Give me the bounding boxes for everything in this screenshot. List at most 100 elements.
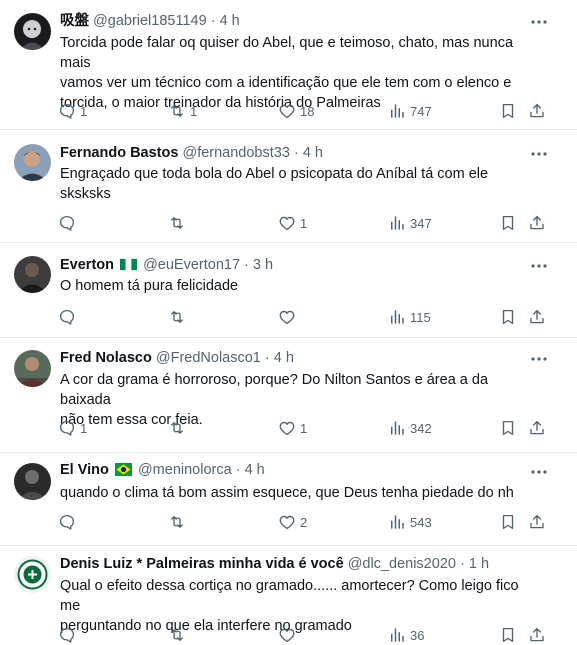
views-chart-icon (391, 310, 404, 324)
reply-icon (59, 309, 75, 325)
reply-button[interactable] (58, 625, 80, 645)
user-handle[interactable]: @fernandobst33 (182, 145, 289, 161)
display-name[interactable]: 吸盤 (60, 13, 89, 29)
tweet-actions: 1 347 (58, 213, 550, 233)
tweet-header: 吸盤 @gabriel1851149 · 4 h (60, 11, 533, 31)
bookmark-button[interactable] (499, 625, 517, 645)
heart-icon (279, 104, 295, 119)
tweet-actions: 36 (58, 625, 550, 645)
retweet-icon (171, 311, 183, 323)
views-button[interactable]: 747 (388, 101, 432, 121)
like-button[interactable]: 18 (278, 101, 314, 121)
tweet-item[interactable]: Denis Luiz * Palmeiras minha vida é você… (0, 546, 577, 645)
tweet-item[interactable]: Fred Nolasco @FredNolasco1 · 4 h A cor d… (0, 338, 577, 453)
reply-button[interactable] (58, 307, 80, 327)
share-button[interactable] (528, 625, 546, 645)
tweet-text-line: Torcida pode falar oq quiser do Abel, qu… (60, 35, 514, 71)
share-button[interactable] (528, 307, 546, 327)
bookmark-button[interactable] (499, 512, 517, 532)
share-button[interactable] (528, 418, 546, 438)
separator-dot: · (235, 462, 241, 478)
heart-icon (279, 310, 295, 325)
like-button[interactable] (278, 307, 300, 327)
retweet-button[interactable]: 1 (168, 101, 197, 121)
avatar-photo-icon[interactable] (14, 350, 51, 387)
timestamp[interactable]: 4 h (274, 350, 294, 366)
timestamp[interactable]: 4 h (303, 145, 323, 161)
avatar-palmeiras-crest-icon[interactable] (14, 556, 51, 593)
display-name[interactable]: Everton (60, 257, 114, 273)
retweet-button[interactable] (168, 418, 190, 438)
retweet-button[interactable] (168, 307, 190, 327)
user-handle[interactable]: @meninolorca (138, 462, 232, 478)
retweet-button[interactable] (168, 625, 190, 645)
user-handle[interactable]: @dlc_denis2020 (348, 556, 456, 572)
view-count: 747 (410, 103, 432, 119)
share-button[interactable] (528, 213, 546, 233)
views-button[interactable]: 115 (388, 307, 431, 327)
tweet-item[interactable]: Everton @euEverton17 · 3 h O homem tá pu… (0, 243, 577, 338)
share-icon (530, 627, 544, 642)
like-button[interactable]: 1 (278, 213, 307, 233)
user-handle[interactable]: @euEverton17 (143, 257, 240, 273)
tweet-actions: 1 1 18 747 (58, 101, 550, 121)
retweet-button[interactable] (168, 213, 190, 233)
tweet-item[interactable]: El Vino @meninolorca · 4 h quando o clim… (0, 453, 577, 546)
more-options-icon[interactable] (529, 462, 549, 482)
timestamp[interactable]: 4 h (245, 462, 265, 478)
views-button[interactable]: 543 (388, 512, 432, 532)
like-button[interactable] (278, 625, 300, 645)
views-button[interactable]: 36 (388, 625, 424, 645)
tweet-text-line: A cor da grama é horroroso, porque? Do N… (60, 372, 489, 408)
avatar-photo-icon[interactable] (14, 463, 51, 500)
retweet-icon (171, 422, 183, 434)
tweet-item[interactable]: Fernando Bastos @fernandobst33 · 4 h Eng… (0, 130, 577, 243)
share-icon (530, 514, 544, 529)
reply-button[interactable]: 1 (58, 418, 87, 438)
bookmark-button[interactable] (499, 101, 517, 121)
more-options-icon[interactable] (529, 256, 549, 276)
reply-button[interactable]: 1 (58, 101, 87, 121)
bookmark-button[interactable] (499, 418, 517, 438)
more-options-icon[interactable] (529, 12, 549, 32)
user-handle[interactable]: @gabriel1851149 (93, 13, 207, 29)
tweet-text: O homem tá pura felicidade (60, 276, 540, 296)
timestamp[interactable]: 1 h (469, 556, 489, 572)
avatar-photo-icon[interactable] (14, 256, 51, 293)
like-button[interactable]: 1 (278, 418, 307, 438)
display-name[interactable]: El Vino (60, 462, 109, 478)
share-button[interactable] (528, 512, 546, 532)
tweet-header: Fernando Bastos @fernandobst33 · 4 h (60, 143, 533, 163)
more-options-icon[interactable] (529, 349, 549, 369)
reply-icon (59, 514, 75, 530)
bookmark-button[interactable] (499, 213, 517, 233)
reply-button[interactable] (58, 213, 80, 233)
views-button[interactable]: 342 (388, 418, 432, 438)
heart-icon (279, 628, 295, 643)
avatar-dark-anime-icon[interactable] (14, 13, 51, 50)
display-name[interactable]: Fred Nolasco (60, 350, 152, 366)
bookmark-button[interactable] (499, 307, 517, 327)
views-button[interactable]: 347 (388, 213, 432, 233)
more-options-icon[interactable] (529, 144, 549, 164)
like-count: 1 (300, 215, 308, 231)
views-chart-icon (391, 628, 404, 642)
retweet-button[interactable] (168, 512, 190, 532)
views-chart-icon (391, 216, 404, 230)
reply-button[interactable] (58, 512, 80, 532)
display-name[interactable]: Denis Luiz * Palmeiras minha vida é você (60, 556, 344, 572)
like-button[interactable]: 2 (278, 512, 307, 532)
user-handle[interactable]: @FredNolasco1 (156, 350, 261, 366)
timestamp[interactable]: 4 h (220, 13, 240, 29)
display-name[interactable]: Fernando Bastos (60, 145, 178, 161)
tweet-header: El Vino @meninolorca · 4 h (60, 460, 533, 482)
share-icon (530, 103, 544, 118)
timestamp[interactable]: 3 h (253, 257, 273, 273)
reply-count: 1 (80, 420, 88, 436)
avatar-photo-icon[interactable] (14, 144, 51, 181)
share-button[interactable] (528, 101, 546, 121)
reply-count: 1 (80, 103, 88, 119)
tweet-item[interactable]: 吸盤 @gabriel1851149 · 4 h Torcida pode fa… (0, 0, 577, 130)
tweet-actions: 2 543 (58, 512, 550, 532)
views-chart-icon (391, 104, 404, 118)
